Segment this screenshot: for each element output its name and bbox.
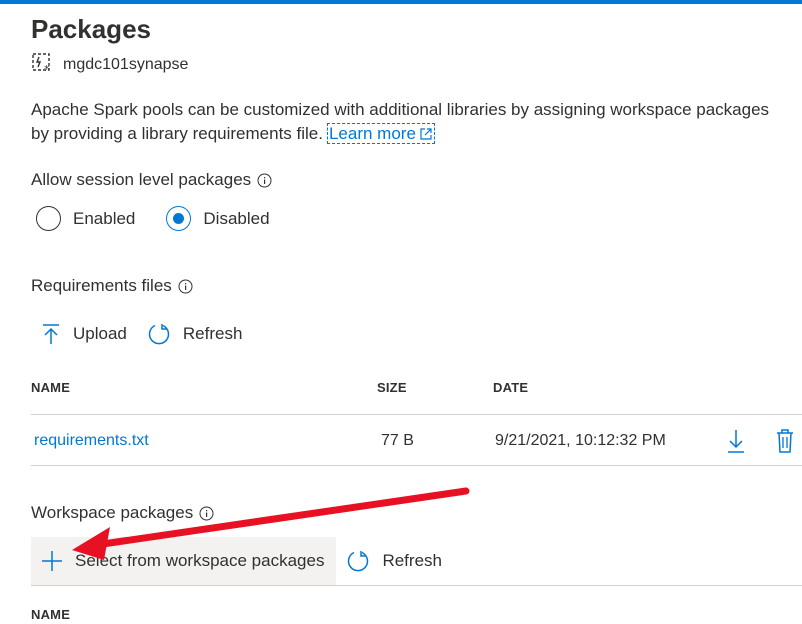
session-packages-label: Allow session level packages: [31, 170, 272, 190]
upload-label: Upload: [73, 324, 127, 343]
select-workspace-packages-button[interactable]: Select from workspace packages: [31, 537, 337, 585]
page-title: Packages: [31, 14, 151, 44]
requirements-files-text: Requirements files: [31, 276, 172, 295]
radio-enabled[interactable]: Enabled: [36, 206, 135, 231]
external-link-icon: [420, 128, 432, 140]
radio-disabled-label: Disabled: [203, 208, 270, 228]
resource-header: * mgdc101synapse: [31, 52, 189, 79]
session-packages-text: Allow session level packages: [31, 170, 252, 189]
learn-more-label: Learn more: [328, 124, 416, 143]
table-divider: [31, 465, 802, 466]
column-name[interactable]: NAME: [31, 607, 70, 622]
workspace-toolbar: Select from workspace packages Refresh: [31, 537, 452, 585]
description: Apache Spark pools can be customized wit…: [31, 98, 802, 146]
session-packages-radio-group: Enabled Disabled: [36, 206, 301, 231]
column-date[interactable]: DATE: [493, 380, 528, 395]
table-divider: [31, 585, 802, 586]
requirements-files-label: Requirements files: [31, 276, 193, 296]
info-icon[interactable]: [199, 506, 214, 521]
refresh-icon: [148, 324, 170, 345]
description-line-1: Apache Spark pools can be customized wit…: [31, 100, 770, 119]
refresh-button[interactable]: Refresh: [137, 310, 253, 358]
download-icon[interactable]: [726, 428, 746, 459]
refresh-label: Refresh: [182, 324, 243, 343]
workspace-refresh-button[interactable]: Refresh: [336, 537, 452, 585]
description-text: by providing a library requirements file…: [31, 124, 323, 143]
radio-enabled-circle[interactable]: [36, 206, 61, 231]
column-name[interactable]: NAME: [31, 380, 70, 395]
learn-more-link[interactable]: Learn more: [326, 123, 435, 144]
select-workspace-packages-label: Select from workspace packages: [75, 551, 325, 570]
delete-icon[interactable]: [775, 428, 795, 459]
description-line-2: by providing a library requirements file…: [31, 122, 802, 146]
workspace-packages-label: Workspace packages: [31, 503, 214, 523]
table-row[interactable]: requirements.txt 77 B 9/21/2021, 10:12:3…: [31, 416, 802, 466]
file-date: 9/21/2021, 10:12:32 PM: [495, 432, 666, 449]
add-icon: [42, 551, 62, 571]
requirements-toolbar: Upload Refresh: [31, 310, 252, 358]
workspace-refresh-label: Refresh: [382, 551, 442, 570]
column-size[interactable]: SIZE: [377, 380, 407, 395]
table-divider: [31, 414, 802, 415]
info-icon[interactable]: [257, 173, 272, 188]
upload-icon: [43, 324, 59, 344]
spark-pool-icon: *: [31, 52, 63, 79]
workspace-packages-text: Workspace packages: [31, 503, 194, 522]
upload-button[interactable]: Upload: [31, 310, 137, 358]
radio-disabled-circle[interactable]: [166, 206, 192, 231]
radio-disabled[interactable]: Disabled: [166, 206, 270, 231]
refresh-icon: [348, 551, 369, 572]
file-name-link[interactable]: requirements.txt: [34, 432, 149, 450]
file-size: 77 B: [381, 432, 414, 449]
info-icon[interactable]: [178, 279, 193, 294]
svg-text:*: *: [44, 63, 50, 74]
top-accent-bar: [0, 0, 802, 4]
radio-enabled-label: Enabled: [73, 208, 136, 228]
resource-name: mgdc101synapse: [63, 56, 189, 73]
